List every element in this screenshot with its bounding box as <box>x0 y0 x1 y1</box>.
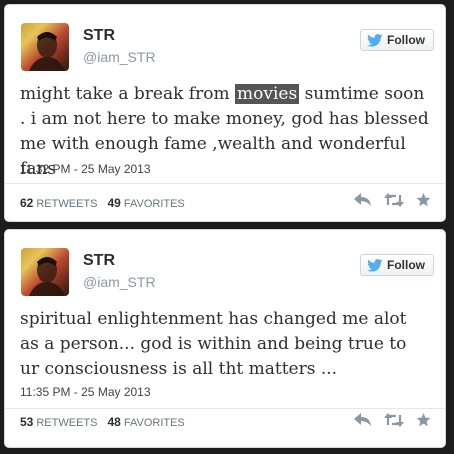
favorites-label: FAVORITES <box>123 198 185 210</box>
follow-button[interactable]: Follow <box>360 254 434 276</box>
retweet-icon[interactable] <box>384 193 404 207</box>
user-name[interactable]: STR <box>83 27 115 45</box>
highlighted-word: movies <box>234 84 300 104</box>
star-icon[interactable] <box>416 413 431 427</box>
favorites-count: 49 <box>107 196 121 210</box>
user-name[interactable]: STR <box>83 252 115 270</box>
retweet-icon[interactable] <box>384 413 404 427</box>
user-handle[interactable]: @iam_STR <box>83 274 156 290</box>
tweet-card: STR @iam_STR Follow spiritual enlightenm… <box>4 229 446 448</box>
follow-label: Follow <box>387 33 425 47</box>
favorites-label: FAVORITES <box>123 417 185 429</box>
retweets-stat[interactable]: 62 RETWEETS <box>20 196 97 210</box>
favorites-stat[interactable]: 48 FAVORITES <box>107 415 184 429</box>
reply-icon[interactable] <box>354 193 372 207</box>
tweet-stats: 53 RETWEETS 48 FAVORITES <box>20 415 185 429</box>
tweet-text: spiritual enlightenment has changed me a… <box>20 309 407 379</box>
twitter-bird-icon <box>367 33 383 47</box>
retweets-count: 53 <box>20 415 34 429</box>
avatar[interactable] <box>21 248 69 296</box>
retweets-label: RETWEETS <box>36 417 98 429</box>
tweet-stats: 62 RETWEETS 49 FAVORITES <box>20 196 185 210</box>
tweet-card: STR @iam_STR Follow might take a break f… <box>4 4 446 222</box>
twitter-bird-icon <box>367 258 383 272</box>
follow-label: Follow <box>387 258 425 272</box>
divider <box>5 408 445 409</box>
avatar[interactable] <box>21 23 69 71</box>
divider <box>5 183 445 184</box>
follow-button[interactable]: Follow <box>360 29 434 51</box>
retweets-label: RETWEETS <box>36 198 98 210</box>
favorites-stat[interactable]: 49 FAVORITES <box>107 196 184 210</box>
user-handle[interactable]: @iam_STR <box>83 49 156 65</box>
tweet-actions <box>354 193 431 207</box>
star-icon[interactable] <box>416 193 431 207</box>
favorites-count: 48 <box>107 415 121 429</box>
retweets-stat[interactable]: 53 RETWEETS <box>20 415 97 429</box>
tweet-timestamp[interactable]: 11:32 PM - 25 May 2013 <box>20 162 151 176</box>
tweet-timestamp[interactable]: 11:35 PM - 25 May 2013 <box>20 385 151 399</box>
reply-icon[interactable] <box>354 413 372 427</box>
tweet-actions <box>354 413 431 427</box>
retweets-count: 62 <box>20 196 34 210</box>
tweet-text-part: might take a break from <box>20 84 235 104</box>
